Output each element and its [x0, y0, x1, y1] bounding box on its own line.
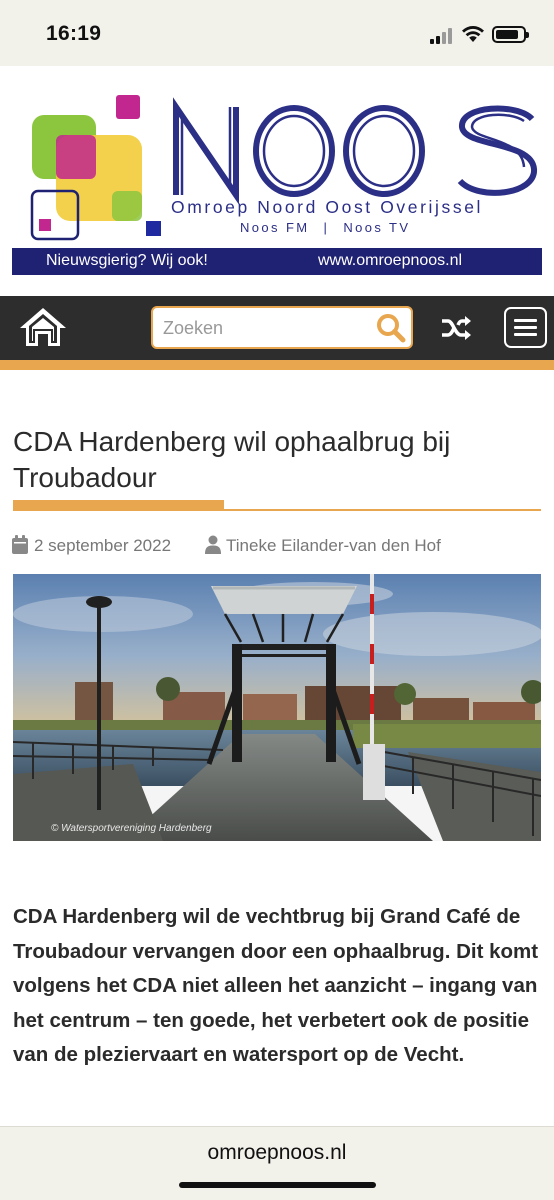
status-time: 16:19 [46, 22, 102, 45]
banner-sub-tagline: Noos FM | Noos TV [240, 220, 542, 235]
drawbridge-photo [13, 574, 541, 841]
article-meta: 2 september 2022 Tineke Eilander-van den… [12, 534, 542, 558]
site-banner[interactable]: Omroep Noord Oost Overijssel Noos FM | Noo… [12, 91, 542, 275]
search-box [151, 306, 413, 349]
home-icon[interactable] [18, 306, 68, 348]
navbar-accent-line [0, 360, 554, 370]
search-input[interactable] [163, 316, 363, 340]
home-indicator[interactable] [179, 1182, 376, 1188]
article-photo: © Watersportvereniging Hardenberg [13, 574, 541, 841]
noos-logo-squares [30, 95, 161, 241]
noos-tv-label: Noos TV [343, 220, 411, 235]
navigation-bar [0, 296, 554, 360]
web-page: Omroep Noord Oost Overijssel Noos FM | Noo… [0, 66, 554, 1126]
banner-slogan: Nieuwsgierig? Wij ook! [46, 252, 208, 269]
author-icon [205, 535, 221, 554]
noos-wordmark [173, 97, 537, 205]
banner-strip: Nieuwsgierig? Wij ook! www.omroepnoos.nl [12, 248, 542, 275]
browser-url[interactable]: omroepnoos.nl [0, 1141, 554, 1165]
status-bar: 16:19 [0, 0, 554, 66]
shuffle-icon[interactable] [440, 312, 472, 344]
search-icon[interactable] [375, 313, 407, 343]
banner-website: www.omroepnoos.nl [318, 252, 463, 269]
browser-address-bar[interactable]: omroepnoos.nl [0, 1126, 554, 1200]
hamburger-menu-icon[interactable] [504, 307, 547, 348]
calendar-icon [12, 535, 28, 554]
banner-tagline: Omroep Noord Oost Overijssel [171, 197, 484, 217]
banner-separator: | [323, 220, 330, 235]
article-date: 2 september 2022 [34, 536, 172, 555]
cellular-signal-icon [430, 28, 454, 44]
battery-icon [492, 26, 529, 43]
photo-credit: © Watersportvereniging Hardenberg [51, 823, 212, 834]
title-divider-accent [13, 500, 224, 511]
article-lead: CDA Hardenberg wil de vechtbrug bij Gran… [13, 905, 539, 1066]
article-author[interactable]: Tineke Eilander-van den Hof [226, 536, 441, 556]
article-title: CDA Hardenberg wil ophaalbrug bij Trouba… [13, 426, 451, 493]
noos-fm-label: Noos FM [240, 220, 310, 235]
wifi-icon [462, 26, 484, 42]
